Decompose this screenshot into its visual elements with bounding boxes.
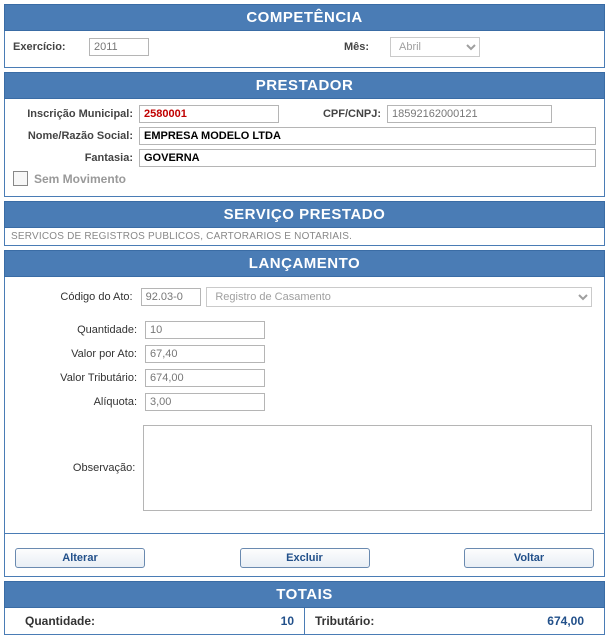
exercicio-label: Exercício: xyxy=(13,41,83,53)
valor-ato-label: Valor por Ato: xyxy=(17,348,145,360)
codigo-ato-select[interactable]: Registro de Casamento xyxy=(206,287,592,307)
inscricao-label: Inscrição Municipal: xyxy=(13,108,133,120)
inscricao-input[interactable] xyxy=(139,105,279,123)
lancamento-header: LANÇAMENTO xyxy=(4,250,605,277)
valor-trib-label: Valor Tributário: xyxy=(17,372,145,384)
exercicio-input[interactable] xyxy=(89,38,149,56)
fantasia-input[interactable] xyxy=(139,149,596,167)
excluir-button[interactable]: Excluir xyxy=(240,548,370,568)
voltar-button[interactable]: Voltar xyxy=(464,548,594,568)
totais-header: TOTAIS xyxy=(4,581,605,608)
codigo-ato-label: Código do Ato: xyxy=(17,291,141,303)
codigo-ato-input[interactable] xyxy=(141,288,201,306)
cpfcnpj-input[interactable] xyxy=(387,105,552,123)
aliquota-label: Alíquota: xyxy=(17,396,145,408)
razao-input[interactable] xyxy=(139,127,596,145)
observacao-label: Observação: xyxy=(17,462,143,474)
sem-movimento-checkbox[interactable] xyxy=(13,171,28,186)
prestador-header: PRESTADOR xyxy=(4,72,605,99)
totais-tributario-label: Tributário: xyxy=(315,614,374,628)
valor-ato-input[interactable] xyxy=(145,345,265,363)
competencia-header: COMPETÊNCIA xyxy=(4,4,605,31)
competencia-body: Exercício: Mês: Abril xyxy=(4,31,605,68)
valor-trib-input[interactable] xyxy=(145,369,265,387)
fantasia-label: Fantasia: xyxy=(13,152,133,164)
lancamento-body: Código do Ato: Registro de Casamento Qua… xyxy=(4,277,605,534)
button-row: Alterar Excluir Voltar xyxy=(4,534,605,577)
totais-quantidade-label: Quantidade: xyxy=(25,614,95,628)
alterar-button[interactable]: Alterar xyxy=(15,548,145,568)
razao-label: Nome/Razão Social: xyxy=(13,130,133,142)
quantidade-input[interactable] xyxy=(145,321,265,339)
observacao-textarea[interactable] xyxy=(143,425,592,511)
sem-movimento-label: Sem Movimento xyxy=(34,172,126,186)
mes-select[interactable]: Abril xyxy=(390,37,480,57)
totais-body: Quantidade: 10 Tributário: 674,00 xyxy=(4,608,605,635)
servico-header: SERVIÇO PRESTADO xyxy=(4,201,605,228)
mes-label: Mês: xyxy=(344,41,384,53)
totais-tributario-value: 674,00 xyxy=(547,614,584,628)
totais-quantidade-value: 10 xyxy=(281,614,294,628)
servico-descricao: SERVICOS DE REGISTROS PUBLICOS, CARTORAR… xyxy=(4,228,605,246)
prestador-body: Inscrição Municipal: CPF/CNPJ: Nome/Razã… xyxy=(4,99,605,197)
aliquota-input[interactable] xyxy=(145,393,265,411)
quantidade-label: Quantidade: xyxy=(17,324,145,336)
cpfcnpj-label: CPF/CNPJ: xyxy=(311,108,381,120)
